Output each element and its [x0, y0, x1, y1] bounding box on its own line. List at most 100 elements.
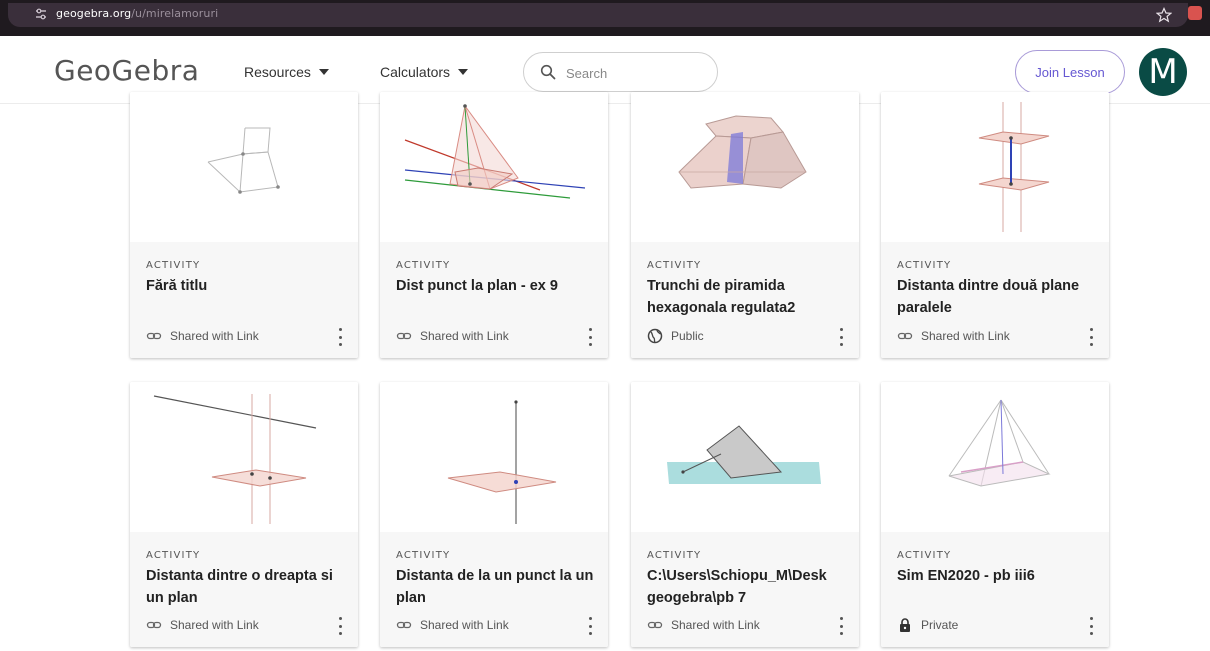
- more-options-icon[interactable]: [837, 328, 845, 346]
- user-avatar[interactable]: M: [1139, 48, 1187, 96]
- card-info: ACTIVITY Dist punct la plan - ex 9 Share…: [380, 242, 608, 358]
- thumbnail-drawing: [447, 400, 557, 524]
- search-icon: [540, 64, 556, 80]
- chevron-down-icon: [458, 69, 469, 75]
- card-status-label: Shared with Link: [170, 618, 259, 632]
- card-status-label: Shared with Link: [921, 329, 1010, 343]
- lock-icon: [900, 618, 910, 632]
- thumbnail-drawing: [404, 104, 586, 199]
- url-path: /u/mirelamoruri: [131, 7, 219, 20]
- link-icon: [146, 332, 162, 340]
- card-type: ACTIVITY: [396, 260, 451, 271]
- link-icon: [146, 621, 162, 629]
- card-status-label: Shared with Link: [420, 618, 509, 632]
- nav-resources[interactable]: Resources: [244, 64, 329, 80]
- card-info: ACTIVITY Fără titlu Shared with Link: [130, 242, 358, 358]
- more-options-icon[interactable]: [1087, 328, 1095, 346]
- more-options-icon[interactable]: [586, 617, 594, 635]
- card-title[interactable]: Distanta dintre două plane paralele: [897, 275, 1102, 319]
- card-info: ACTIVITY C:\Users\Schiopu_M\Desk geogebr…: [631, 532, 859, 647]
- url-host: geogebra.org: [56, 7, 132, 20]
- search-box[interactable]: [523, 52, 718, 92]
- card-info: ACTIVITY Trunchi de piramida hexagonala …: [631, 242, 859, 358]
- more-options-icon[interactable]: [336, 328, 344, 346]
- card-status: Shared with Link: [146, 328, 259, 344]
- card-title[interactable]: Trunchi de piramida hexagonala regulata2: [647, 275, 852, 319]
- activity-card[interactable]: ACTIVITY Fără titlu Shared with Link: [130, 92, 358, 358]
- card-info: ACTIVITY Sim EN2020 - pb iii6 Private: [881, 532, 1109, 647]
- geogebra-logo[interactable]: GeoGebra: [54, 54, 199, 87]
- card-status: Shared with Link: [647, 617, 760, 633]
- activity-thumbnail[interactable]: [631, 382, 859, 532]
- more-options-icon[interactable]: [1087, 617, 1095, 635]
- link-icon: [396, 332, 412, 340]
- card-type: ACTIVITY: [647, 260, 702, 271]
- card-title[interactable]: Fără titlu: [146, 275, 351, 297]
- card-type: ACTIVITY: [146, 550, 201, 561]
- join-lesson-button[interactable]: Join Lesson: [1015, 50, 1125, 94]
- card-status: Shared with Link: [897, 328, 1010, 344]
- card-status: Public: [647, 328, 704, 344]
- link-icon: [396, 621, 412, 629]
- activity-thumbnail[interactable]: [881, 382, 1109, 532]
- card-type: ACTIVITY: [146, 260, 201, 271]
- more-options-icon[interactable]: [586, 328, 594, 346]
- card-title[interactable]: Sim EN2020 - pb iii6: [897, 565, 1102, 587]
- more-options-icon[interactable]: [336, 617, 344, 635]
- activity-thumbnail[interactable]: [881, 92, 1109, 242]
- activity-card[interactable]: ACTIVITY Distanta dintre o dreapta si un…: [130, 382, 358, 647]
- link-icon: [647, 621, 663, 629]
- activity-card[interactable]: ACTIVITY Dist punct la plan - ex 9 Share…: [380, 92, 608, 358]
- thumbnail-drawing: [678, 115, 807, 189]
- address-bar[interactable]: geogebra.org/u/mirelamoruri: [8, 3, 1188, 27]
- thumbnail-drawing: [207, 127, 280, 194]
- card-info: ACTIVITY Distanta de la un punct la un p…: [380, 532, 608, 647]
- chevron-down-icon: [318, 69, 329, 75]
- card-status: Shared with Link: [396, 617, 509, 633]
- card-type: ACTIVITY: [647, 550, 702, 561]
- nav-calculators[interactable]: Calculators: [380, 64, 469, 80]
- activity-thumbnail[interactable]: [380, 382, 608, 532]
- card-info: ACTIVITY Distanta dintre o dreapta si un…: [130, 532, 358, 647]
- activity-thumbnail[interactable]: [631, 92, 859, 242]
- thumbnail-drawing: [153, 394, 317, 524]
- card-info: ACTIVITY Distanta dintre două plane para…: [881, 242, 1109, 358]
- activity-card[interactable]: ACTIVITY Distanta de la un punct la un p…: [380, 382, 608, 647]
- globe-icon: [647, 328, 663, 344]
- search-input[interactable]: [566, 63, 706, 83]
- activity-card[interactable]: ACTIVITY Sim EN2020 - pb iii6 Private: [881, 382, 1109, 647]
- link-icon: [897, 332, 913, 340]
- nav-calculators-label: Calculators: [380, 64, 451, 80]
- activity-thumbnail[interactable]: [130, 382, 358, 532]
- browser-toolbar: geogebra.org/u/mirelamoruri: [0, 0, 1210, 36]
- card-type: ACTIVITY: [897, 550, 952, 561]
- site-settings-icon[interactable]: [34, 7, 48, 21]
- thumbnail-drawing: [978, 102, 1050, 232]
- card-status-label: Shared with Link: [420, 329, 509, 343]
- card-status-label: Private: [921, 618, 959, 632]
- card-status: Private: [897, 617, 958, 633]
- bookmark-star-icon[interactable]: [1156, 7, 1172, 23]
- more-options-icon[interactable]: [837, 617, 845, 635]
- card-status-label: Shared with Link: [671, 618, 760, 632]
- activity-card[interactable]: ACTIVITY Distanta dintre două plane para…: [881, 92, 1109, 358]
- card-title[interactable]: Distanta dintre o dreapta si un plan: [146, 565, 351, 609]
- thumbnail-drawing: [667, 425, 821, 484]
- card-title[interactable]: Distanta de la un punct la un plan: [396, 565, 601, 609]
- card-type: ACTIVITY: [396, 550, 451, 561]
- card-title[interactable]: C:\Users\Schiopu_M\Desk geogebra\pb 7: [647, 565, 852, 609]
- extension-icon[interactable]: [1188, 6, 1202, 20]
- nav-resources-label: Resources: [244, 64, 311, 80]
- url-text[interactable]: geogebra.org/u/mirelamoruri: [56, 7, 218, 20]
- thumbnail-drawing: [948, 399, 1051, 487]
- activity-card[interactable]: ACTIVITY Trunchi de piramida hexagonala …: [631, 92, 859, 358]
- activity-card[interactable]: ACTIVITY C:\Users\Schiopu_M\Desk geogebr…: [631, 382, 859, 647]
- card-title[interactable]: Dist punct la plan - ex 9: [396, 275, 601, 297]
- card-status-label: Public: [671, 329, 704, 343]
- card-status: Shared with Link: [396, 328, 509, 344]
- activity-thumbnail[interactable]: [130, 92, 358, 242]
- card-status-label: Shared with Link: [170, 329, 259, 343]
- card-status: Shared with Link: [146, 617, 259, 633]
- card-type: ACTIVITY: [897, 260, 952, 271]
- activity-thumbnail[interactable]: [380, 92, 608, 242]
